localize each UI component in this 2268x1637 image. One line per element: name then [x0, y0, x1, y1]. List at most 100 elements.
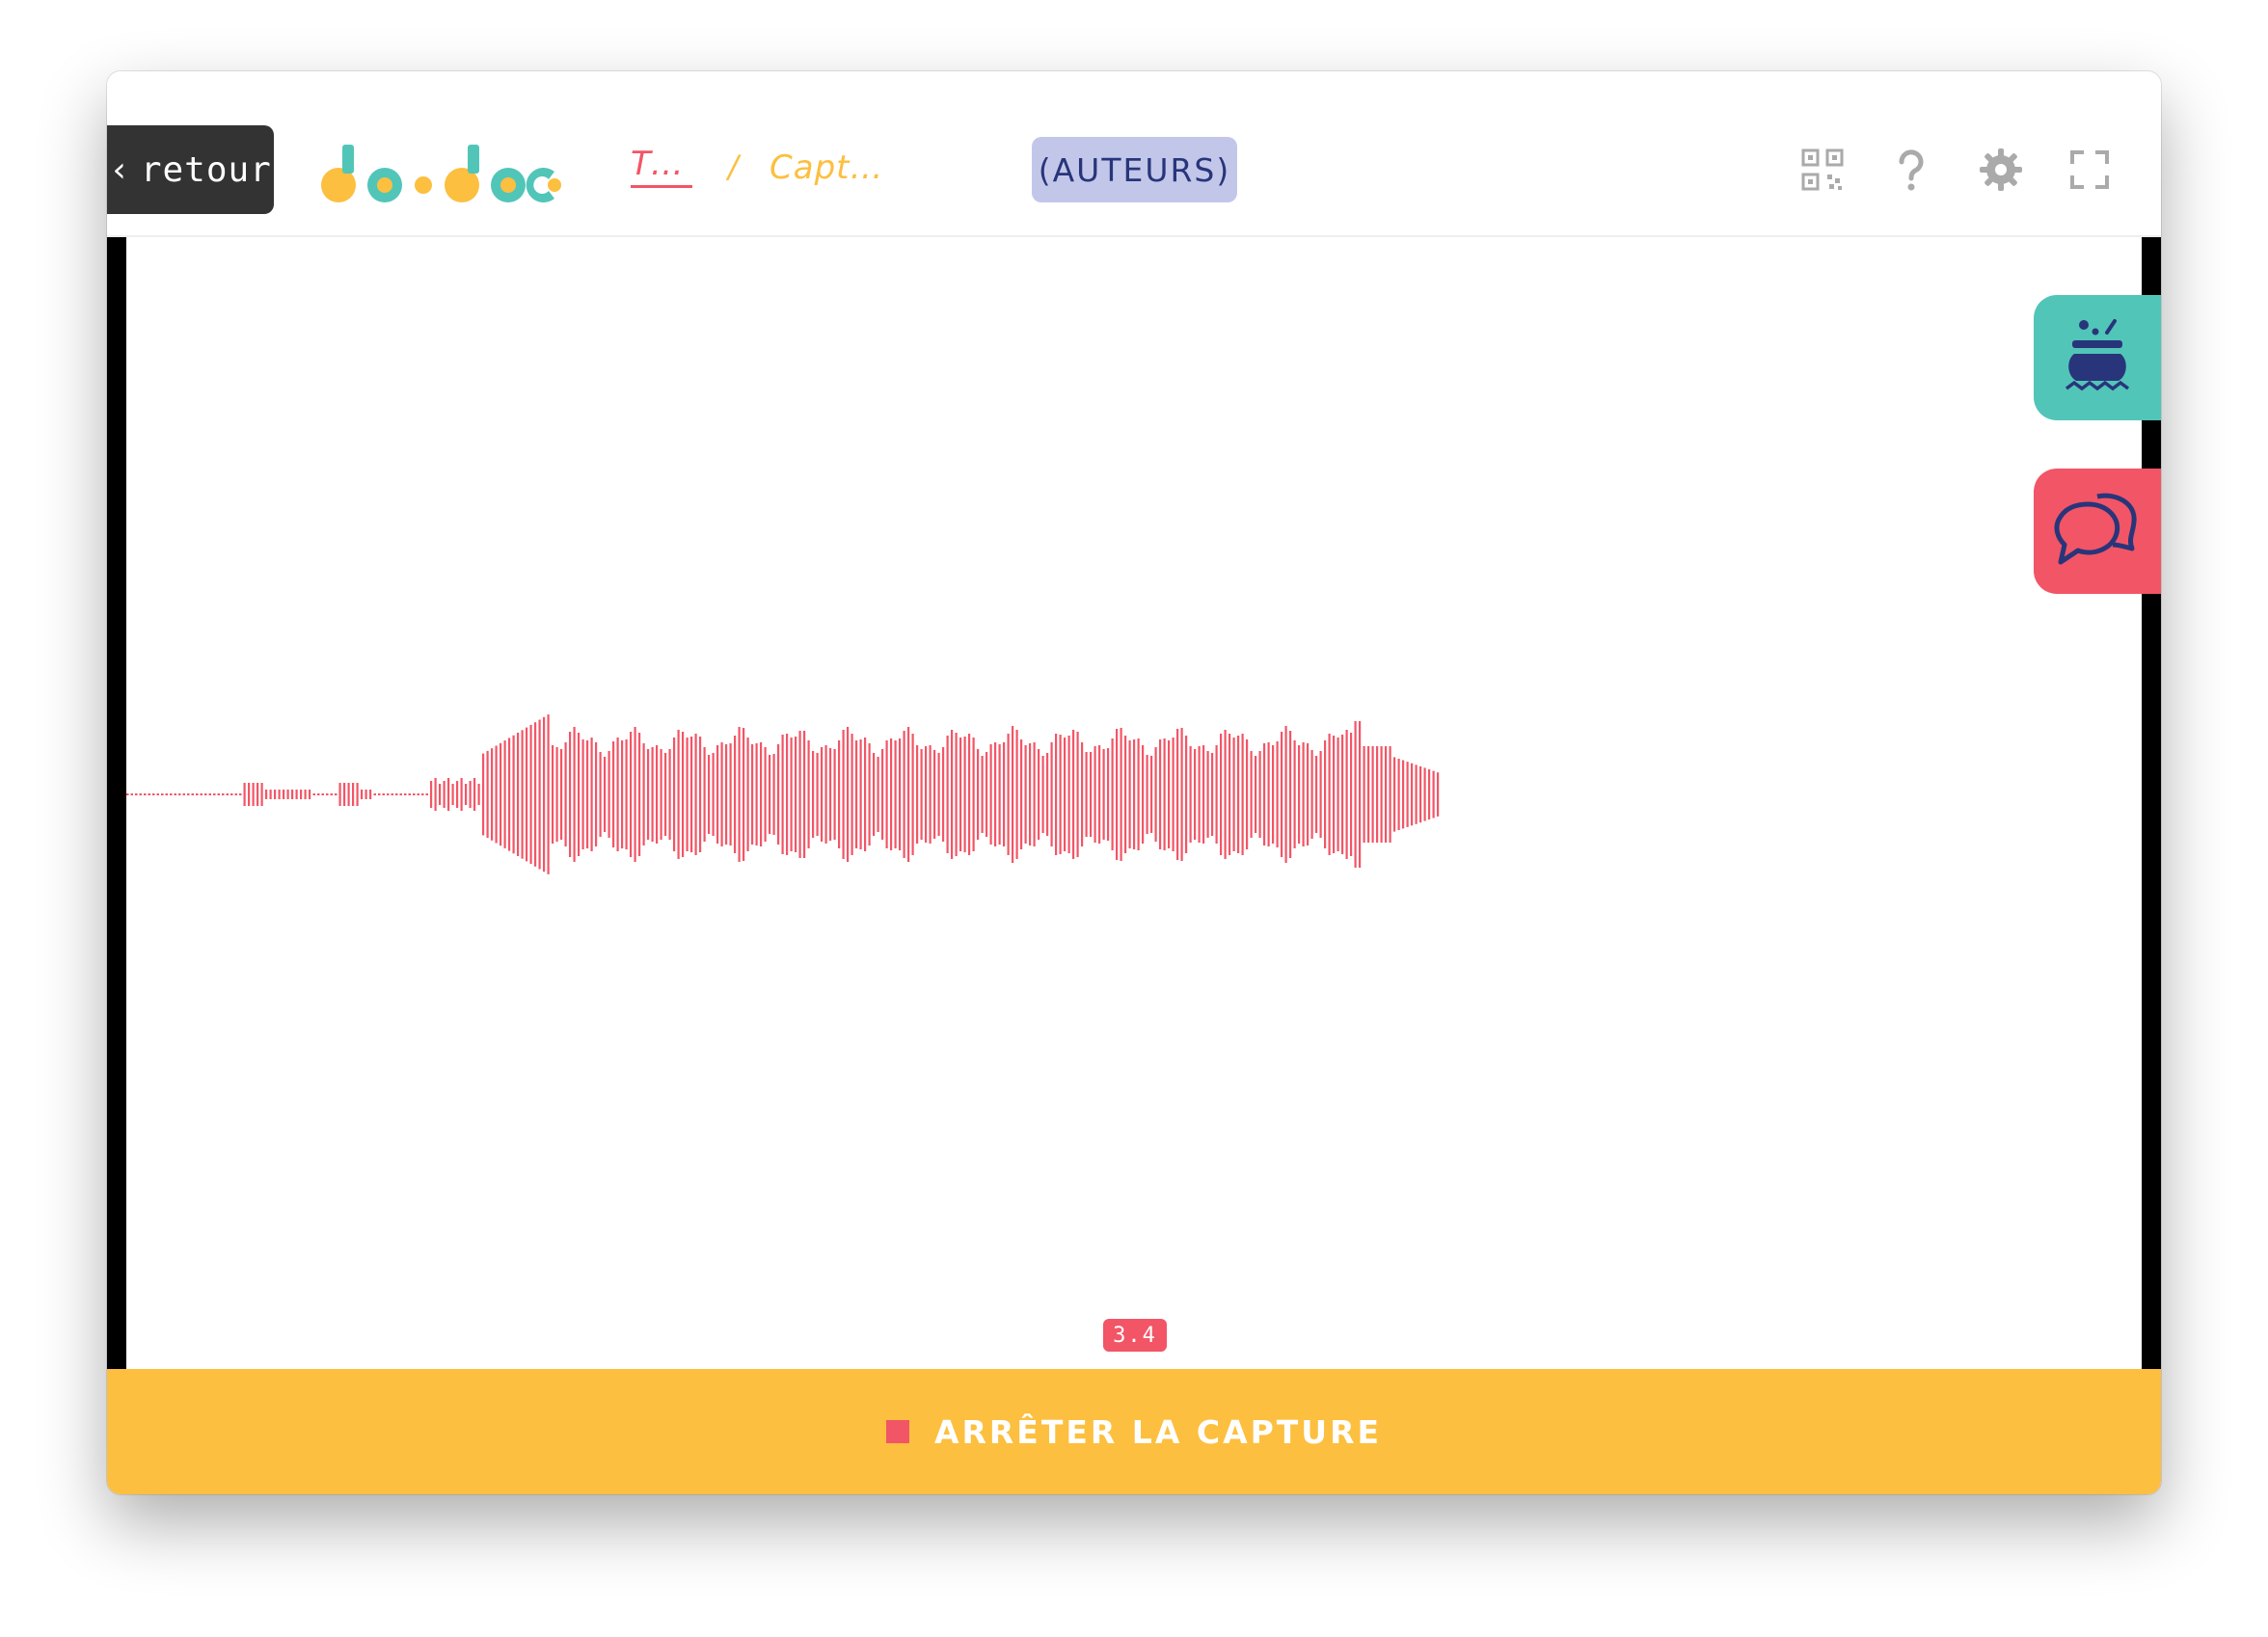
waveform-bar: [1211, 753, 1214, 836]
waveform-bar: [300, 790, 303, 799]
waveform-bar: [694, 734, 697, 855]
waveform-bar: [491, 748, 494, 841]
waveform-bar: [1380, 746, 1383, 843]
waveform-bar: [1033, 742, 1036, 846]
waveform-bar: [877, 757, 879, 832]
waveform-bar: [460, 778, 463, 811]
waveform-bar: [664, 753, 667, 836]
waveform-bar: [1020, 739, 1023, 849]
waveform-bar: [529, 724, 532, 865]
breadcrumb-project-link[interactable]: T…: [631, 145, 684, 183]
settings-gear-icon[interactable]: [1978, 147, 2024, 193]
waveform-bar: [191, 793, 194, 795]
waveform-bar: [816, 753, 819, 836]
waveform-bar: [1389, 746, 1391, 843]
waveform-bar: [1385, 746, 1388, 843]
waveform-bar: [178, 793, 181, 795]
waveform-bar: [1059, 735, 1062, 854]
waveform-bar: [1046, 753, 1049, 836]
authors-button[interactable]: (AUTEURS): [1032, 137, 1237, 202]
waveform-bar: [503, 740, 506, 848]
waveform-bar: [1116, 729, 1119, 860]
waveform-bar: [955, 733, 958, 856]
waveform-bar: [1094, 746, 1096, 843]
waveform-bar: [1246, 739, 1249, 849]
recipe-pot-tab[interactable]: [2034, 295, 2161, 420]
waveform-bar: [1315, 756, 1318, 833]
waveform-bar: [1220, 734, 1223, 855]
breadcrumb-current: Capt…: [770, 148, 884, 187]
app-window: ‹ retour T… / Capt… (AUTEURS) 3.4 ARRÊTE…: [107, 71, 2161, 1494]
waveform-bar: [642, 743, 645, 845]
waveform-bar: [1024, 745, 1027, 844]
waveform-bar: [1258, 751, 1261, 838]
waveform-bar: [148, 793, 150, 795]
back-button[interactable]: ‹ retour: [107, 125, 274, 214]
waveform-bar: [165, 793, 168, 795]
waveform-bar: [586, 740, 589, 848]
waveform-bar: [560, 749, 563, 840]
waveform-bar: [543, 716, 546, 872]
waveform-bar: [1276, 741, 1279, 847]
waveform-bar: [638, 733, 641, 856]
waveform-bar: [1142, 745, 1145, 844]
waveform-bar: [673, 738, 676, 851]
waveform-bar: [1328, 734, 1331, 855]
waveform-bar: [1437, 772, 1440, 817]
waveform-bar: [265, 790, 268, 799]
waveform-bar: [443, 781, 446, 808]
waveform-bar: [581, 739, 584, 849]
waveform-bar: [395, 793, 398, 795]
waveform-bar: [920, 749, 923, 840]
waveform-bar: [156, 793, 159, 795]
waveform-bar: [477, 784, 480, 805]
help-icon[interactable]: [1888, 147, 1934, 193]
qr-code-icon[interactable]: [1799, 147, 1846, 193]
waveform-bar: [911, 734, 914, 855]
fullscreen-icon[interactable]: [2066, 147, 2113, 193]
waveform-bar: [391, 793, 393, 795]
waveform-bar: [751, 744, 754, 845]
waveform-bar: [1310, 750, 1313, 839]
stop-capture-button[interactable]: ARRÊTER LA CAPTURE: [107, 1369, 2161, 1494]
waveform-bar: [312, 793, 315, 795]
waveform-bar: [408, 793, 411, 795]
waveform-bar: [946, 736, 949, 853]
waveform-bar: [243, 783, 246, 806]
waveform-bar: [1102, 749, 1105, 840]
waveform-bar: [1419, 765, 1422, 823]
chat-tab[interactable]: [2034, 469, 2161, 594]
waveform-bar: [682, 732, 685, 857]
waveform-bar: [126, 793, 129, 795]
waveform-bar: [660, 749, 662, 840]
waveform-bar: [612, 741, 615, 847]
waveform-bar: [829, 748, 832, 841]
waveform-bar: [304, 790, 307, 799]
waveform-bar: [972, 738, 975, 851]
stage-border-left: [107, 237, 126, 1369]
waveform-bar: [230, 793, 233, 795]
waveform-bar: [399, 793, 402, 795]
waveform-bar: [174, 793, 176, 795]
waveform-bar: [1289, 731, 1292, 858]
waveform-bar: [1172, 738, 1174, 851]
waveform-bar: [1076, 732, 1079, 857]
waveform-bar: [260, 783, 263, 806]
waveform-bar: [850, 734, 853, 855]
waveform-bar: [578, 733, 580, 856]
waveform-bar: [1241, 734, 1244, 855]
waveform-bar: [720, 742, 723, 846]
waveform-bar: [295, 790, 298, 799]
waveform-bar: [1324, 740, 1327, 848]
waveform-bar: [1194, 749, 1197, 840]
waveform-bar: [413, 793, 416, 795]
waveform-bar: [552, 745, 554, 844]
dodoc-logo[interactable]: [321, 139, 562, 206]
waveform-bar: [364, 790, 367, 799]
waveform-bar: [608, 751, 610, 838]
waveform-bar: [538, 719, 541, 870]
waveform-bar: [161, 793, 164, 795]
waveform-bar: [742, 728, 745, 861]
waveform-bar: [226, 793, 229, 795]
waveform-bar: [222, 793, 225, 795]
